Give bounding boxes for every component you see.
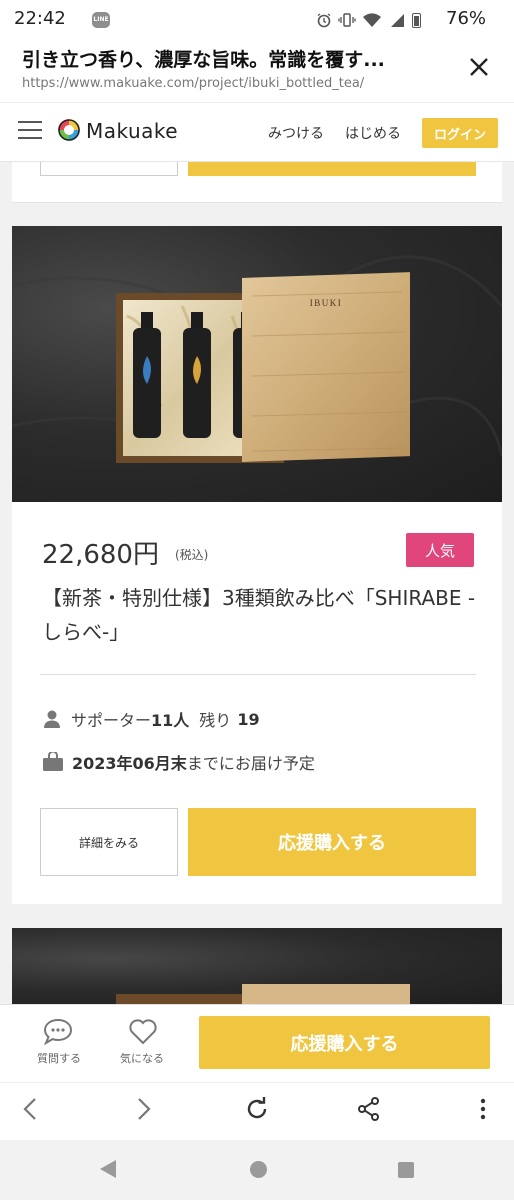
remaining-label: 残り: [199, 711, 232, 730]
nav-start[interactable]: はじめる: [345, 123, 401, 143]
bottle-gold: [183, 312, 211, 438]
makuake-logo-icon[interactable]: [58, 119, 80, 141]
heart-icon[interactable]: [128, 1018, 158, 1050]
forward-arrow-icon[interactable]: [128, 1094, 158, 1124]
status-time: 22:42: [14, 8, 66, 29]
alarm-icon: [317, 13, 331, 28]
close-icon[interactable]: [462, 50, 496, 84]
wifi-icon: [363, 13, 381, 27]
status-battery: 76%: [446, 8, 487, 29]
nav-recents-icon[interactable]: [398, 1162, 414, 1178]
product-image[interactable]: IBUKI: [12, 226, 502, 502]
page-url[interactable]: https://www.makuake.com/project/ibuki_bo…: [22, 76, 442, 91]
page-title[interactable]: 引き立つ香り、濃厚な旨味。常識を覆す...: [22, 45, 442, 72]
nav-home-icon[interactable]: [250, 1161, 267, 1178]
previous-detail-button[interactable]: [40, 162, 178, 176]
next-product-image[interactable]: [12, 928, 502, 1004]
favorite-label[interactable]: 気になる: [116, 1050, 168, 1066]
supporters-row: サポーター 11人 残り 19: [42, 707, 260, 731]
supporters-label: サポーター: [71, 711, 152, 730]
hamburger-menu-icon[interactable]: [18, 121, 42, 139]
divider: [40, 674, 476, 675]
popular-badge: 人気: [406, 533, 474, 567]
supporters-count: 11人: [151, 711, 190, 730]
box-brand: IBUKI: [310, 298, 343, 308]
remaining-count: 19: [237, 709, 260, 729]
login-button[interactable]: ログイン: [422, 118, 498, 148]
delivery-row: 2023年06月末 までにお届け予定: [42, 750, 315, 774]
back-arrow-icon[interactable]: [16, 1094, 46, 1124]
previous-buy-button[interactable]: [188, 162, 476, 176]
delivery-suffix: までにお届け予定: [186, 754, 315, 773]
reload-icon[interactable]: [242, 1094, 272, 1124]
chat-bubble-icon[interactable]: [42, 1018, 76, 1052]
status-bar: [0, 0, 514, 40]
bottom-buy-button[interactable]: 応援購入する: [199, 1016, 490, 1069]
nav-back-icon[interactable]: [100, 1160, 116, 1178]
price: 22,680円: [42, 540, 159, 570]
vibrate-icon: [338, 13, 356, 27]
person-icon: [44, 710, 60, 728]
buy-button[interactable]: 応援購入する: [188, 808, 476, 876]
battery-icon: [412, 12, 421, 28]
bottle-blue: [133, 312, 161, 438]
makuake-logo-text[interactable]: Makuake: [86, 119, 178, 143]
signal-icon: [391, 14, 404, 27]
delivery-date: 2023年06月末: [72, 754, 187, 773]
line-app-icon: LINE: [92, 12, 110, 28]
share-icon[interactable]: [354, 1094, 384, 1124]
more-options-icon[interactable]: [468, 1094, 498, 1124]
shopping-bag-icon: [43, 752, 63, 771]
nav-discover[interactable]: みつける: [268, 123, 324, 143]
detail-button[interactable]: 詳細をみる: [40, 808, 178, 876]
ask-question-label[interactable]: 質問する: [34, 1050, 84, 1066]
status-icons: [316, 9, 421, 31]
price-tax-label: (税込): [175, 548, 209, 562]
product-title: 【新茶・特別仕様】3種類飲み比べ「SHIRABE -しらべ-」: [42, 586, 476, 644]
